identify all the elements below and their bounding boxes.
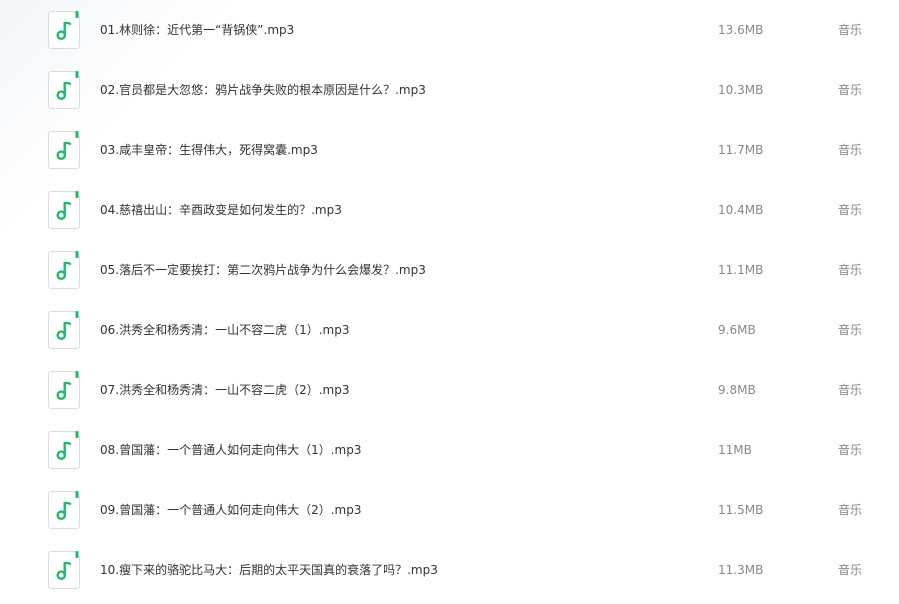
music-note-icon (48, 371, 80, 409)
file-type: 音乐 (838, 443, 863, 457)
music-note-icon (48, 191, 80, 229)
file-list: 01.林则徐：近代第一“背锅侠”.mp3 13.6MB 音乐 02.官员都是大忽… (0, 0, 899, 604)
file-type: 音乐 (838, 323, 863, 337)
music-note-icon (48, 551, 80, 589)
music-note-icon (48, 251, 80, 289)
music-note-icon (48, 431, 80, 469)
file-size: 11.7MB (718, 143, 764, 157)
music-note-icon (48, 131, 80, 169)
file-type: 音乐 (838, 143, 863, 157)
file-row-01[interactable]: 01.林则徐：近代第一“背锅侠”.mp3 13.6MB 音乐 (0, 0, 899, 60)
file-name[interactable]: 03.咸丰皇帝：生得伟大，死得窝囊.mp3 (100, 141, 318, 159)
file-row-07[interactable]: 07.洪秀全和杨秀清：一山不容二虎（2）.mp3 9.8MB 音乐 (0, 360, 899, 420)
file-type: 音乐 (838, 503, 863, 517)
file-name[interactable]: 06.洪秀全和杨秀清：一山不容二虎（1）.mp3 (100, 321, 349, 339)
file-type: 音乐 (838, 383, 863, 397)
file-name[interactable]: 07.洪秀全和杨秀清：一山不容二虎（2）.mp3 (100, 381, 349, 399)
file-row-03[interactable]: 03.咸丰皇帝：生得伟大，死得窝囊.mp3 11.7MB 音乐 (0, 120, 899, 180)
music-note-icon (48, 311, 80, 349)
file-size: 9.6MB (718, 323, 756, 337)
file-row-04[interactable]: 04.慈禧出山：辛酉政变是如何发生的？.mp3 10.4MB 音乐 (0, 180, 899, 240)
file-name[interactable]: 04.慈禧出山：辛酉政变是如何发生的？.mp3 (100, 201, 342, 219)
file-size: 10.3MB (718, 83, 764, 97)
file-type: 音乐 (838, 263, 863, 277)
file-name[interactable]: 09.曾国藩：一个普通人如何走向伟大（2）.mp3 (100, 501, 361, 519)
music-note-icon (48, 491, 80, 529)
file-row-06[interactable]: 06.洪秀全和杨秀清：一山不容二虎（1）.mp3 9.6MB 音乐 (0, 300, 899, 360)
music-note-icon (48, 11, 80, 49)
file-size: 11.1MB (718, 263, 764, 277)
file-size: 9.8MB (718, 383, 756, 397)
file-row-10[interactable]: 10.瘦下来的骆驼比马大：后期的太平天国真的衰落了吗？.mp3 11.3MB 音… (0, 540, 899, 600)
file-type: 音乐 (838, 563, 863, 577)
file-list-page: 01.林则徐：近代第一“背锅侠”.mp3 13.6MB 音乐 02.官员都是大忽… (0, 0, 899, 604)
file-type: 音乐 (838, 83, 863, 97)
file-size: 10.4MB (718, 203, 764, 217)
file-name[interactable]: 05.落后不一定要挨打：第二次鸦片战争为什么会爆发？.mp3 (100, 261, 426, 279)
file-type: 音乐 (838, 203, 863, 217)
file-name[interactable]: 10.瘦下来的骆驼比马大：后期的太平天国真的衰落了吗？.mp3 (100, 561, 438, 579)
file-name[interactable]: 08.曾国藩：一个普通人如何走向伟大（1）.mp3 (100, 441, 361, 459)
file-size: 11MB (718, 443, 752, 457)
music-note-icon (48, 71, 80, 109)
file-size: 13.6MB (718, 23, 764, 37)
file-row-02[interactable]: 02.官员都是大忽悠：鸦片战争失败的根本原因是什么？.mp3 10.3MB 音乐 (0, 60, 899, 120)
file-type: 音乐 (838, 23, 863, 37)
file-size: 11.3MB (718, 563, 764, 577)
file-row-08[interactable]: 08.曾国藩：一个普通人如何走向伟大（1）.mp3 11MB 音乐 (0, 420, 899, 480)
file-name[interactable]: 02.官员都是大忽悠：鸦片战争失败的根本原因是什么？.mp3 (100, 81, 426, 99)
file-row-05[interactable]: 05.落后不一定要挨打：第二次鸦片战争为什么会爆发？.mp3 11.1MB 音乐 (0, 240, 899, 300)
file-name[interactable]: 01.林则徐：近代第一“背锅侠”.mp3 (100, 21, 294, 39)
file-size: 11.5MB (718, 503, 764, 517)
file-row-09[interactable]: 09.曾国藩：一个普通人如何走向伟大（2）.mp3 11.5MB 音乐 (0, 480, 899, 540)
